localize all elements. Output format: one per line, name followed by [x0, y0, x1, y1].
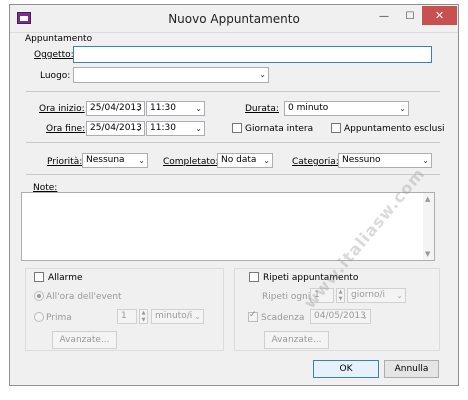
title-bar: Nuovo Appuntamento — ☐ ✕ — [10, 5, 458, 33]
divider — [26, 142, 440, 143]
divider — [26, 91, 440, 92]
category-value: Nessuno — [342, 155, 381, 165]
alarm-advanced-button[interactable]: Avanzate... — [52, 331, 117, 349]
chevron-down-icon: ⌄ — [399, 104, 406, 113]
chevron-down-icon: ⌄ — [135, 124, 142, 133]
cancel-button[interactable]: Annulla — [384, 360, 439, 378]
notes-scrollbar[interactable]: ▲ ▼ — [423, 193, 434, 260]
exclusive-label: Appuntamento esclusi — [344, 124, 445, 134]
alarm-amount-stepper[interactable]: ▲ ▼ — [139, 309, 148, 324]
start-time-picker[interactable]: 11:30 ⌄ — [146, 101, 205, 116]
scroll-up-icon: ▲ — [425, 195, 431, 203]
alarm-unit-select[interactable]: minuto/i ⌄ — [151, 309, 204, 324]
end-time-value: 11:30 — [150, 123, 176, 133]
scroll-down-icon: ▼ — [425, 250, 431, 258]
expiry-date-value: 04/05/2013 — [314, 311, 366, 321]
all-day-label: Giornata intera — [245, 124, 314, 134]
maximize-button[interactable]: ☐ — [399, 10, 421, 24]
start-date-picker[interactable]: 25/04/2013 ⌄ — [86, 101, 145, 116]
alarm-before-radio[interactable] — [34, 312, 44, 322]
start-time-value: 11:30 — [150, 103, 176, 113]
expiry-date-picker[interactable]: 04/05/2013 ⌄ — [310, 309, 371, 324]
priority-label: Priorità: — [47, 157, 83, 167]
repeat-advanced-button[interactable]: Avanzate... — [264, 331, 329, 349]
chevron-down-icon: ⌄ — [422, 156, 429, 165]
repeat-unit-select[interactable]: giorno/i ⌄ — [347, 288, 406, 303]
repeat-checkbox[interactable] — [249, 272, 259, 282]
alarm-amount-input[interactable]: 1 — [117, 309, 137, 324]
alarm-on-event-radio[interactable] — [34, 291, 44, 301]
end-date-value: 25/04/2013 — [90, 123, 142, 133]
chevron-down-icon: ⌄ — [263, 156, 270, 165]
exclusive-checkbox[interactable] — [331, 123, 341, 133]
chevron-down-icon: ⌄ — [361, 312, 368, 321]
alarm-label: Allarme — [48, 273, 83, 283]
duration-value: 0 minuto — [288, 103, 329, 113]
priority-select[interactable]: Nessuna ⌄ — [82, 153, 148, 168]
category-select[interactable]: Nessuno ⌄ — [338, 153, 432, 168]
completed-select[interactable]: No data ⌄ — [217, 153, 273, 168]
category-label: Categoria: — [292, 157, 339, 167]
location-label: Luogo: — [40, 71, 71, 81]
end-label: Ora fine: — [46, 124, 86, 134]
repeat-every-stepper[interactable]: ▲ ▼ — [336, 288, 345, 303]
completed-value: No data — [221, 155, 257, 165]
ok-button[interactable]: OK — [313, 360, 379, 378]
alarm-unit-value: minuto/i — [155, 311, 193, 321]
alarm-before-label: Prima — [46, 313, 72, 323]
chevron-down-icon: ⌄ — [138, 156, 145, 165]
chevron-down-icon: ⌄ — [135, 104, 142, 113]
start-label: Ora inizio: — [39, 104, 85, 114]
expiry-checkbox[interactable] — [248, 310, 258, 322]
chevron-down-icon: ⌄ — [259, 70, 266, 79]
expiry-label: Scadenza — [261, 313, 305, 323]
alarm-checkbox[interactable] — [34, 272, 44, 282]
start-date-value: 25/04/2013 — [90, 103, 142, 113]
minimize-button[interactable]: — — [373, 10, 395, 24]
subject-input[interactable] — [73, 46, 432, 63]
chevron-down-icon: ⌄ — [194, 312, 201, 321]
completed-label: Completato: — [163, 157, 219, 167]
chevron-down-icon: ⌄ — [396, 291, 403, 300]
chevron-down-icon: ⌄ — [195, 104, 202, 113]
appointment-section-title: Appuntamento — [25, 34, 93, 44]
chevron-down-icon: ⌄ — [195, 124, 202, 133]
all-day-checkbox[interactable] — [232, 123, 242, 133]
duration-label: Durata: — [245, 104, 279, 114]
end-time-picker[interactable]: 11:30 ⌄ — [146, 121, 205, 136]
location-select[interactable]: ⌄ — [73, 67, 269, 83]
divider — [26, 174, 440, 175]
close-button[interactable]: ✕ — [422, 6, 457, 25]
alarm-on-event-label: All'ora dell'event — [46, 292, 122, 302]
end-date-picker[interactable]: 25/04/2013 ⌄ — [86, 121, 145, 136]
subject-label: Oggetto: — [34, 50, 74, 60]
repeat-unit-value: giorno/i — [351, 290, 386, 300]
priority-value: Nessuna — [86, 155, 125, 165]
duration-select[interactable]: 0 minuto ⌄ — [284, 101, 409, 116]
